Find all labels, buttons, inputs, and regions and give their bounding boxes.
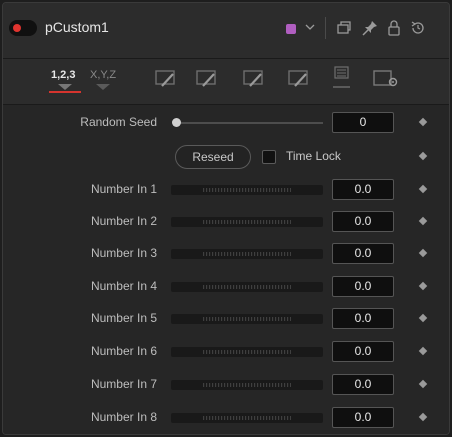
slider-ticks-icon bbox=[203, 252, 291, 256]
number-in-slider[interactable] bbox=[171, 380, 323, 390]
number-row: Number In 4 0.0 bbox=[3, 275, 449, 299]
keyframe-diamond-icon[interactable] bbox=[418, 379, 428, 389]
slider-ticks-icon bbox=[203, 285, 291, 289]
settings-tab-icon[interactable] bbox=[372, 67, 400, 91]
image-tab-icon[interactable] bbox=[330, 65, 354, 91]
number-row: Number In 6 0.0 bbox=[3, 340, 449, 364]
keyframe-diamond-icon[interactable] bbox=[418, 184, 428, 194]
reseed-button[interactable]: Reseed bbox=[175, 145, 251, 169]
number-in-label: Number In 5 bbox=[90, 311, 157, 325]
number-in-slider[interactable] bbox=[171, 413, 323, 423]
controls-area: Random Seed 0 Reseed Time Lock Number In… bbox=[3, 105, 449, 434]
number-in-input[interactable]: 0.0 bbox=[332, 374, 394, 395]
tab-position[interactable]: X,Y,Z bbox=[87, 65, 119, 95]
chevron-down-icon[interactable] bbox=[303, 20, 317, 34]
number-in-label: Number In 2 bbox=[90, 214, 157, 228]
slider-ticks-icon bbox=[203, 220, 291, 224]
expression-tab-icon[interactable] bbox=[194, 69, 220, 91]
number-in-slider[interactable] bbox=[171, 185, 323, 195]
enable-toggle[interactable] bbox=[9, 20, 37, 36]
keyframe-diamond-icon[interactable] bbox=[418, 151, 428, 161]
number-in-input[interactable]: 0.0 bbox=[332, 276, 394, 297]
inspector-panel: pCustom1 1,2,3 X,Y,Z Random Seed 0 Resee… bbox=[2, 2, 450, 435]
tab-wedge-icon bbox=[96, 84, 110, 90]
slider-ticks-icon bbox=[203, 317, 291, 321]
enable-dot-icon bbox=[13, 24, 21, 32]
slider-ticks-icon bbox=[203, 350, 291, 354]
number-in-slider[interactable] bbox=[171, 282, 323, 292]
number-in-slider[interactable] bbox=[171, 217, 323, 227]
keyframe-diamond-icon[interactable] bbox=[418, 216, 428, 226]
version-icon[interactable] bbox=[335, 19, 353, 37]
random-seed-label: Random Seed bbox=[80, 115, 157, 129]
slider-ticks-icon bbox=[203, 383, 291, 387]
tab-numbers-label: 1,2,3 bbox=[51, 69, 76, 81]
number-row: Number In 1 0.0 bbox=[3, 178, 449, 202]
number-in-label: Number In 1 bbox=[90, 182, 157, 196]
number-row: Number In 5 0.0 bbox=[3, 307, 449, 331]
header-separator bbox=[325, 17, 326, 39]
color-swatch[interactable] bbox=[286, 24, 296, 34]
number-row: Number In 7 0.0 bbox=[3, 373, 449, 397]
number-row: Number In 8 0.0 bbox=[3, 406, 449, 430]
number-in-label: Number In 4 bbox=[90, 279, 157, 293]
time-lock-label: Time Lock bbox=[286, 149, 341, 163]
keyframe-diamond-icon[interactable] bbox=[418, 248, 428, 258]
number-in-slider[interactable] bbox=[171, 347, 323, 357]
random-seed-slider-track[interactable] bbox=[177, 122, 323, 124]
number-in-input[interactable]: 0.0 bbox=[332, 341, 394, 362]
tab-position-label: X,Y,Z bbox=[90, 69, 117, 81]
number-row: Number In 3 0.0 bbox=[3, 242, 449, 266]
number-in-input[interactable]: 0.0 bbox=[332, 308, 394, 329]
reseed-row: Reseed Time Lock bbox=[3, 145, 449, 169]
random-seed-row: Random Seed 0 bbox=[3, 111, 449, 135]
tab-numbers[interactable]: 1,2,3 bbox=[49, 65, 81, 95]
keyframe-diamond-icon[interactable] bbox=[418, 412, 428, 422]
number-in-input[interactable]: 0.0 bbox=[332, 243, 394, 264]
number-in-input[interactable]: 0.0 bbox=[332, 179, 394, 200]
time-lock-checkbox[interactable] bbox=[262, 150, 276, 164]
slider-ticks-icon bbox=[203, 188, 291, 192]
number-row: Number In 2 0.0 bbox=[3, 210, 449, 234]
random-seed-slider-handle[interactable] bbox=[172, 118, 181, 127]
number-in-label: Number In 8 bbox=[90, 410, 157, 424]
number-in-label: Number In 6 bbox=[90, 344, 157, 358]
number-in-slider[interactable] bbox=[171, 249, 323, 259]
expression-tab-icon[interactable] bbox=[153, 69, 179, 91]
keyframe-diamond-icon[interactable] bbox=[418, 346, 428, 356]
lock-icon[interactable] bbox=[385, 19, 403, 37]
number-in-input[interactable]: 0.0 bbox=[332, 407, 394, 428]
reset-icon[interactable] bbox=[409, 19, 427, 37]
number-in-slider[interactable] bbox=[171, 314, 323, 324]
slider-ticks-icon bbox=[203, 416, 291, 420]
expression-tab-icon[interactable] bbox=[286, 69, 312, 91]
number-in-label: Number In 3 bbox=[90, 246, 157, 260]
active-tab-indicator bbox=[49, 91, 81, 93]
pin-icon[interactable] bbox=[361, 19, 379, 37]
tool-header: pCustom1 bbox=[3, 3, 449, 59]
keyframe-diamond-icon[interactable] bbox=[418, 117, 428, 127]
tab-wedge-icon bbox=[58, 84, 72, 90]
number-in-input[interactable]: 0.0 bbox=[332, 211, 394, 232]
keyframe-diamond-icon[interactable] bbox=[418, 281, 428, 291]
keyframe-diamond-icon[interactable] bbox=[418, 313, 428, 323]
tool-name[interactable]: pCustom1 bbox=[45, 19, 109, 35]
number-in-label: Number In 7 bbox=[90, 377, 157, 391]
tab-bar: 1,2,3 X,Y,Z bbox=[3, 59, 449, 105]
expression-tab-icon[interactable] bbox=[241, 69, 267, 91]
random-seed-input[interactable]: 0 bbox=[332, 112, 394, 133]
